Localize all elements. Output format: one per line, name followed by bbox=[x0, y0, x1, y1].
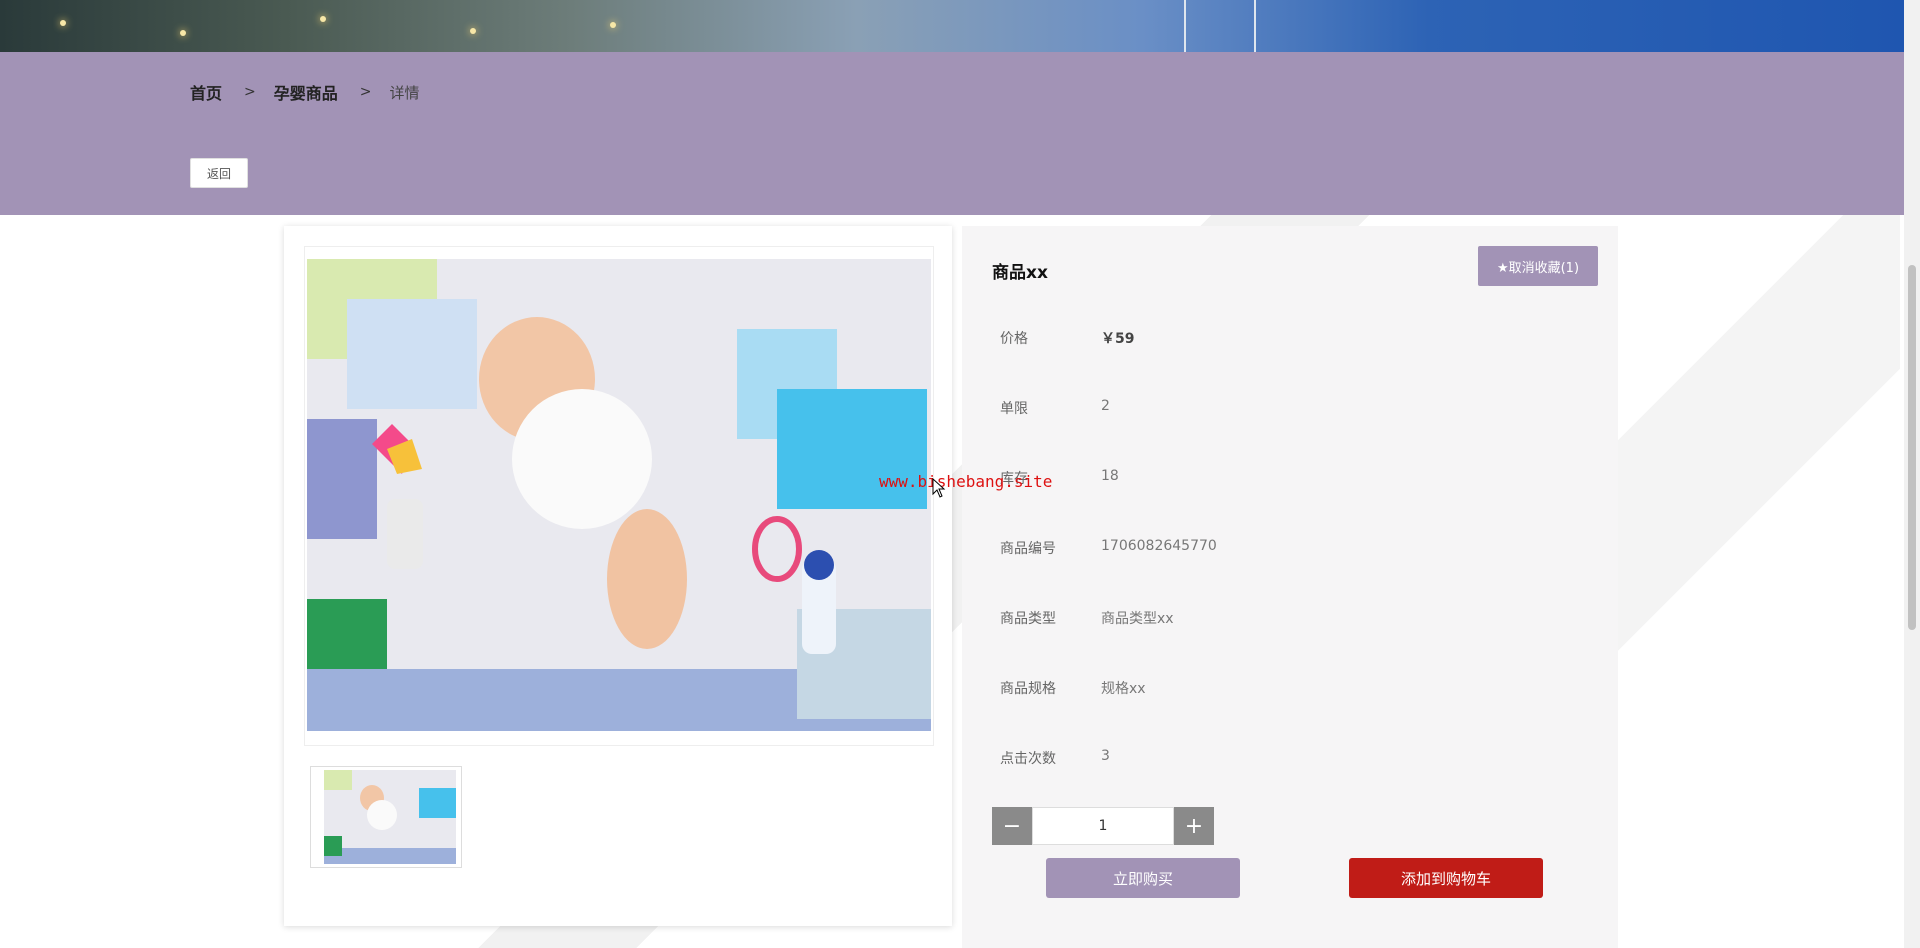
mouse-cursor-icon bbox=[932, 478, 946, 498]
info-value: 商品类型xx bbox=[1101, 611, 1174, 627]
back-button[interactable]: 返回 bbox=[190, 158, 248, 188]
mast bbox=[1254, 0, 1256, 52]
watermark-text: www.bishebang.site bbox=[879, 472, 1053, 491]
price-value: ￥59 bbox=[1101, 331, 1135, 347]
light-dot bbox=[60, 20, 66, 26]
info-label: 价格 bbox=[1000, 331, 1028, 347]
breadcrumb-separator: > bbox=[359, 84, 372, 100]
mast bbox=[1184, 0, 1186, 52]
info-row-product-type: 商品类型 商品类型xx bbox=[1000, 608, 1174, 628]
thumbnail-illustration bbox=[324, 770, 456, 864]
info-label: 点击次数 bbox=[1000, 751, 1056, 767]
light-dot bbox=[470, 28, 476, 34]
header-band bbox=[0, 52, 1904, 215]
scrollbar-thumb[interactable] bbox=[1908, 265, 1916, 630]
product-title: 商品xx bbox=[992, 263, 1048, 283]
breadcrumb-category[interactable]: 孕婴商品 bbox=[274, 80, 338, 104]
baby-photo-illustration bbox=[307, 259, 931, 731]
info-value: 3 bbox=[1101, 748, 1110, 764]
buy-now-button[interactable]: 立即购买 bbox=[1046, 858, 1240, 898]
breadcrumb-home[interactable]: 首页 bbox=[190, 80, 222, 104]
info-value: 2 bbox=[1101, 398, 1110, 414]
info-row-spec: 商品规格 规格xx bbox=[1000, 678, 1146, 698]
light-dot bbox=[610, 22, 616, 28]
info-value: 18 bbox=[1101, 468, 1119, 484]
light-dot bbox=[180, 30, 186, 36]
product-main-image bbox=[307, 259, 931, 731]
quantity-stepper: − + bbox=[992, 807, 1214, 845]
thumbnail-image bbox=[324, 770, 456, 864]
plus-button[interactable]: + bbox=[1174, 807, 1214, 845]
hero-banner bbox=[0, 0, 1904, 52]
product-gallery bbox=[284, 226, 952, 926]
minus-button[interactable]: − bbox=[992, 807, 1032, 845]
info-value: 规格xx bbox=[1101, 681, 1146, 697]
light-dot bbox=[320, 16, 326, 22]
info-label: 商品编号 bbox=[1000, 541, 1056, 557]
info-row-clicks: 点击次数 3 bbox=[1000, 748, 1110, 768]
add-to-cart-button[interactable]: 添加到购物车 bbox=[1349, 858, 1543, 898]
quantity-input[interactable] bbox=[1032, 807, 1174, 845]
info-label: 商品类型 bbox=[1000, 611, 1056, 627]
breadcrumb-separator: > bbox=[244, 84, 256, 100]
breadcrumb: 首页 > 孕婴商品 > 详情 bbox=[190, 80, 420, 104]
info-row-product-number: 商品编号 1706082645770 bbox=[1000, 538, 1217, 558]
info-row-price: 价格 ￥59 bbox=[1000, 328, 1134, 348]
info-label: 单限 bbox=[1000, 401, 1028, 417]
info-value: 1706082645770 bbox=[1101, 538, 1217, 554]
page-scrollbar[interactable] bbox=[1904, 0, 1920, 948]
main-image-frame bbox=[304, 246, 934, 746]
info-row-limit: 单限 2 bbox=[1000, 398, 1110, 418]
breadcrumb-current: 详情 bbox=[389, 83, 420, 102]
thumbnail-1[interactable] bbox=[310, 766, 462, 868]
unfavorite-button[interactable]: ★取消收藏(1) bbox=[1478, 246, 1598, 286]
info-label: 商品规格 bbox=[1000, 681, 1056, 697]
product-info-panel: 商品xx ★取消收藏(1) 价格 ￥59 单限 2 库存 18 商品编号 170… bbox=[962, 226, 1618, 948]
